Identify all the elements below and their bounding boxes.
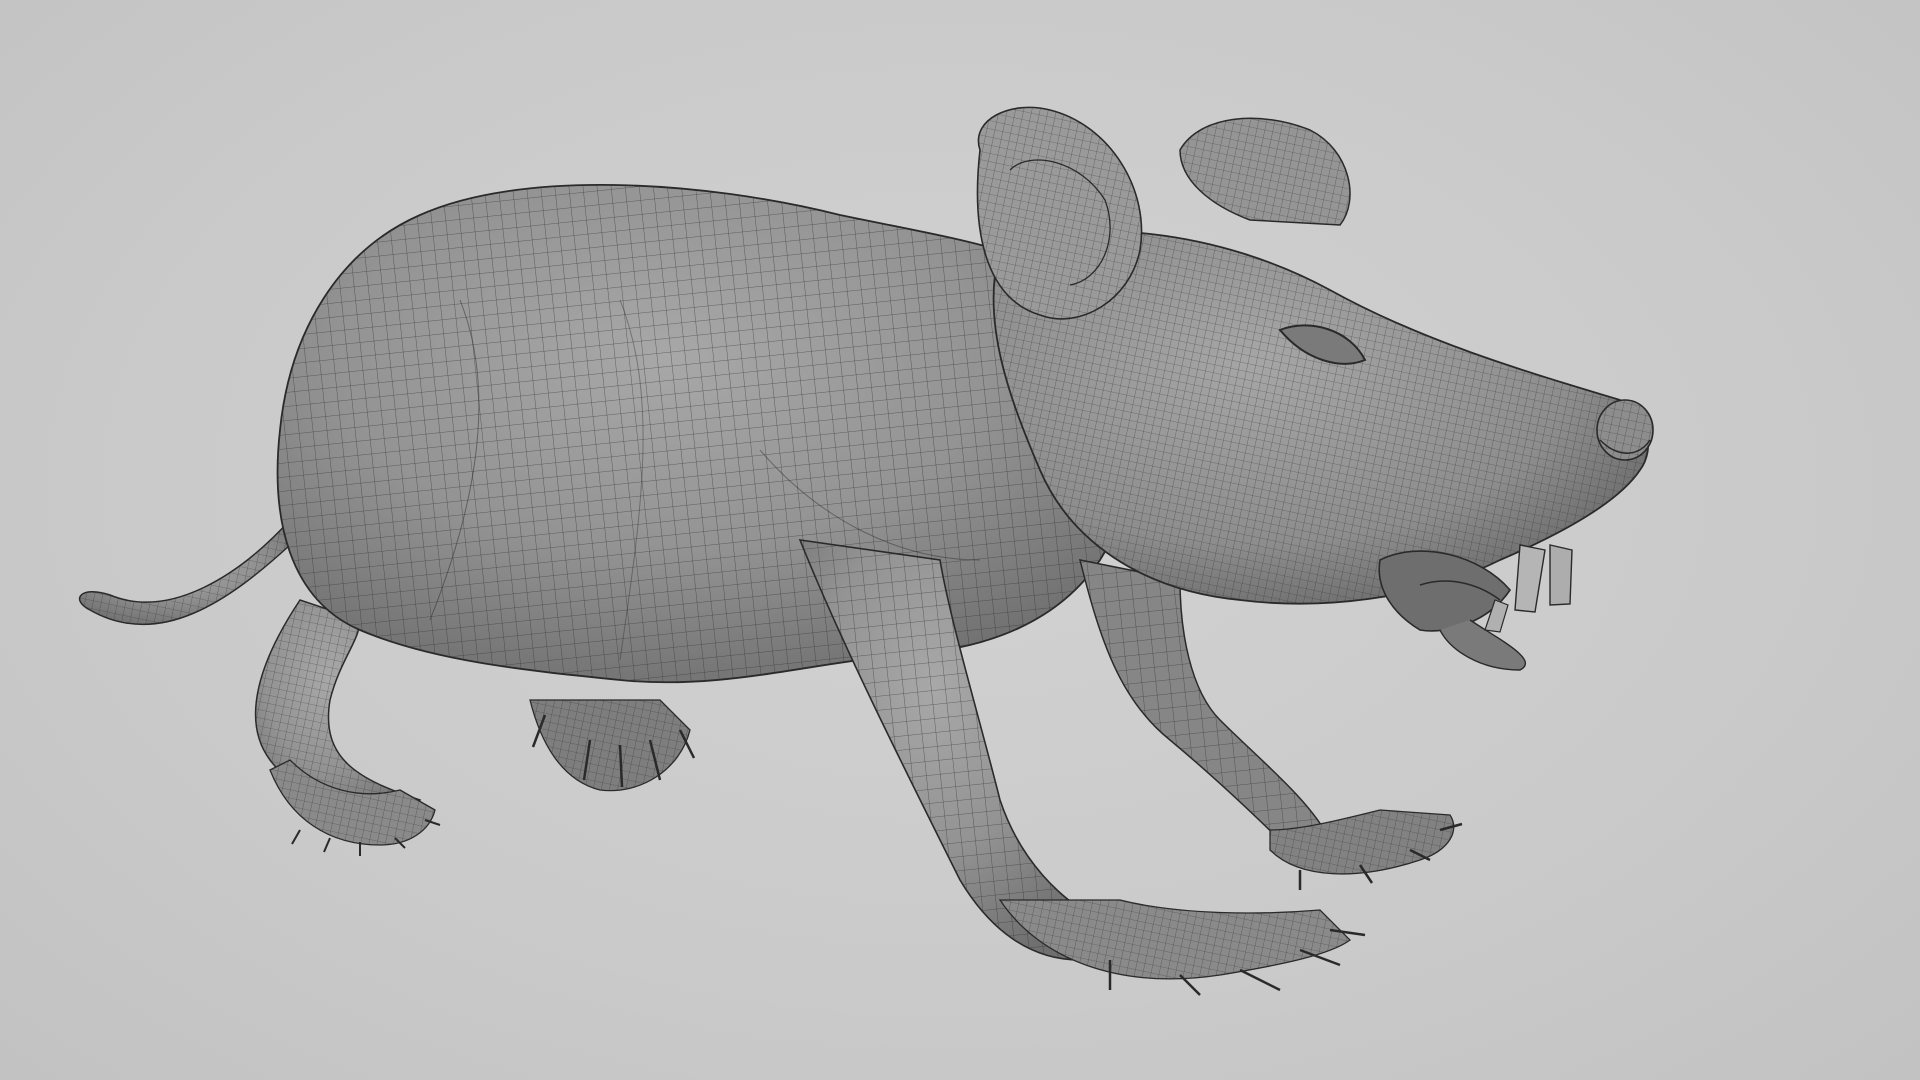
front-far-leg <box>1078 559 1331 861</box>
far-hind-foot <box>529 699 696 792</box>
rat-model[interactable] <box>0 0 1920 1080</box>
left-ear <box>976 106 1143 320</box>
3d-viewport[interactable] <box>0 0 1920 1080</box>
right-ear <box>1179 117 1351 226</box>
tail <box>78 518 291 626</box>
nose <box>1596 399 1654 461</box>
front-near-paw <box>998 899 1366 996</box>
